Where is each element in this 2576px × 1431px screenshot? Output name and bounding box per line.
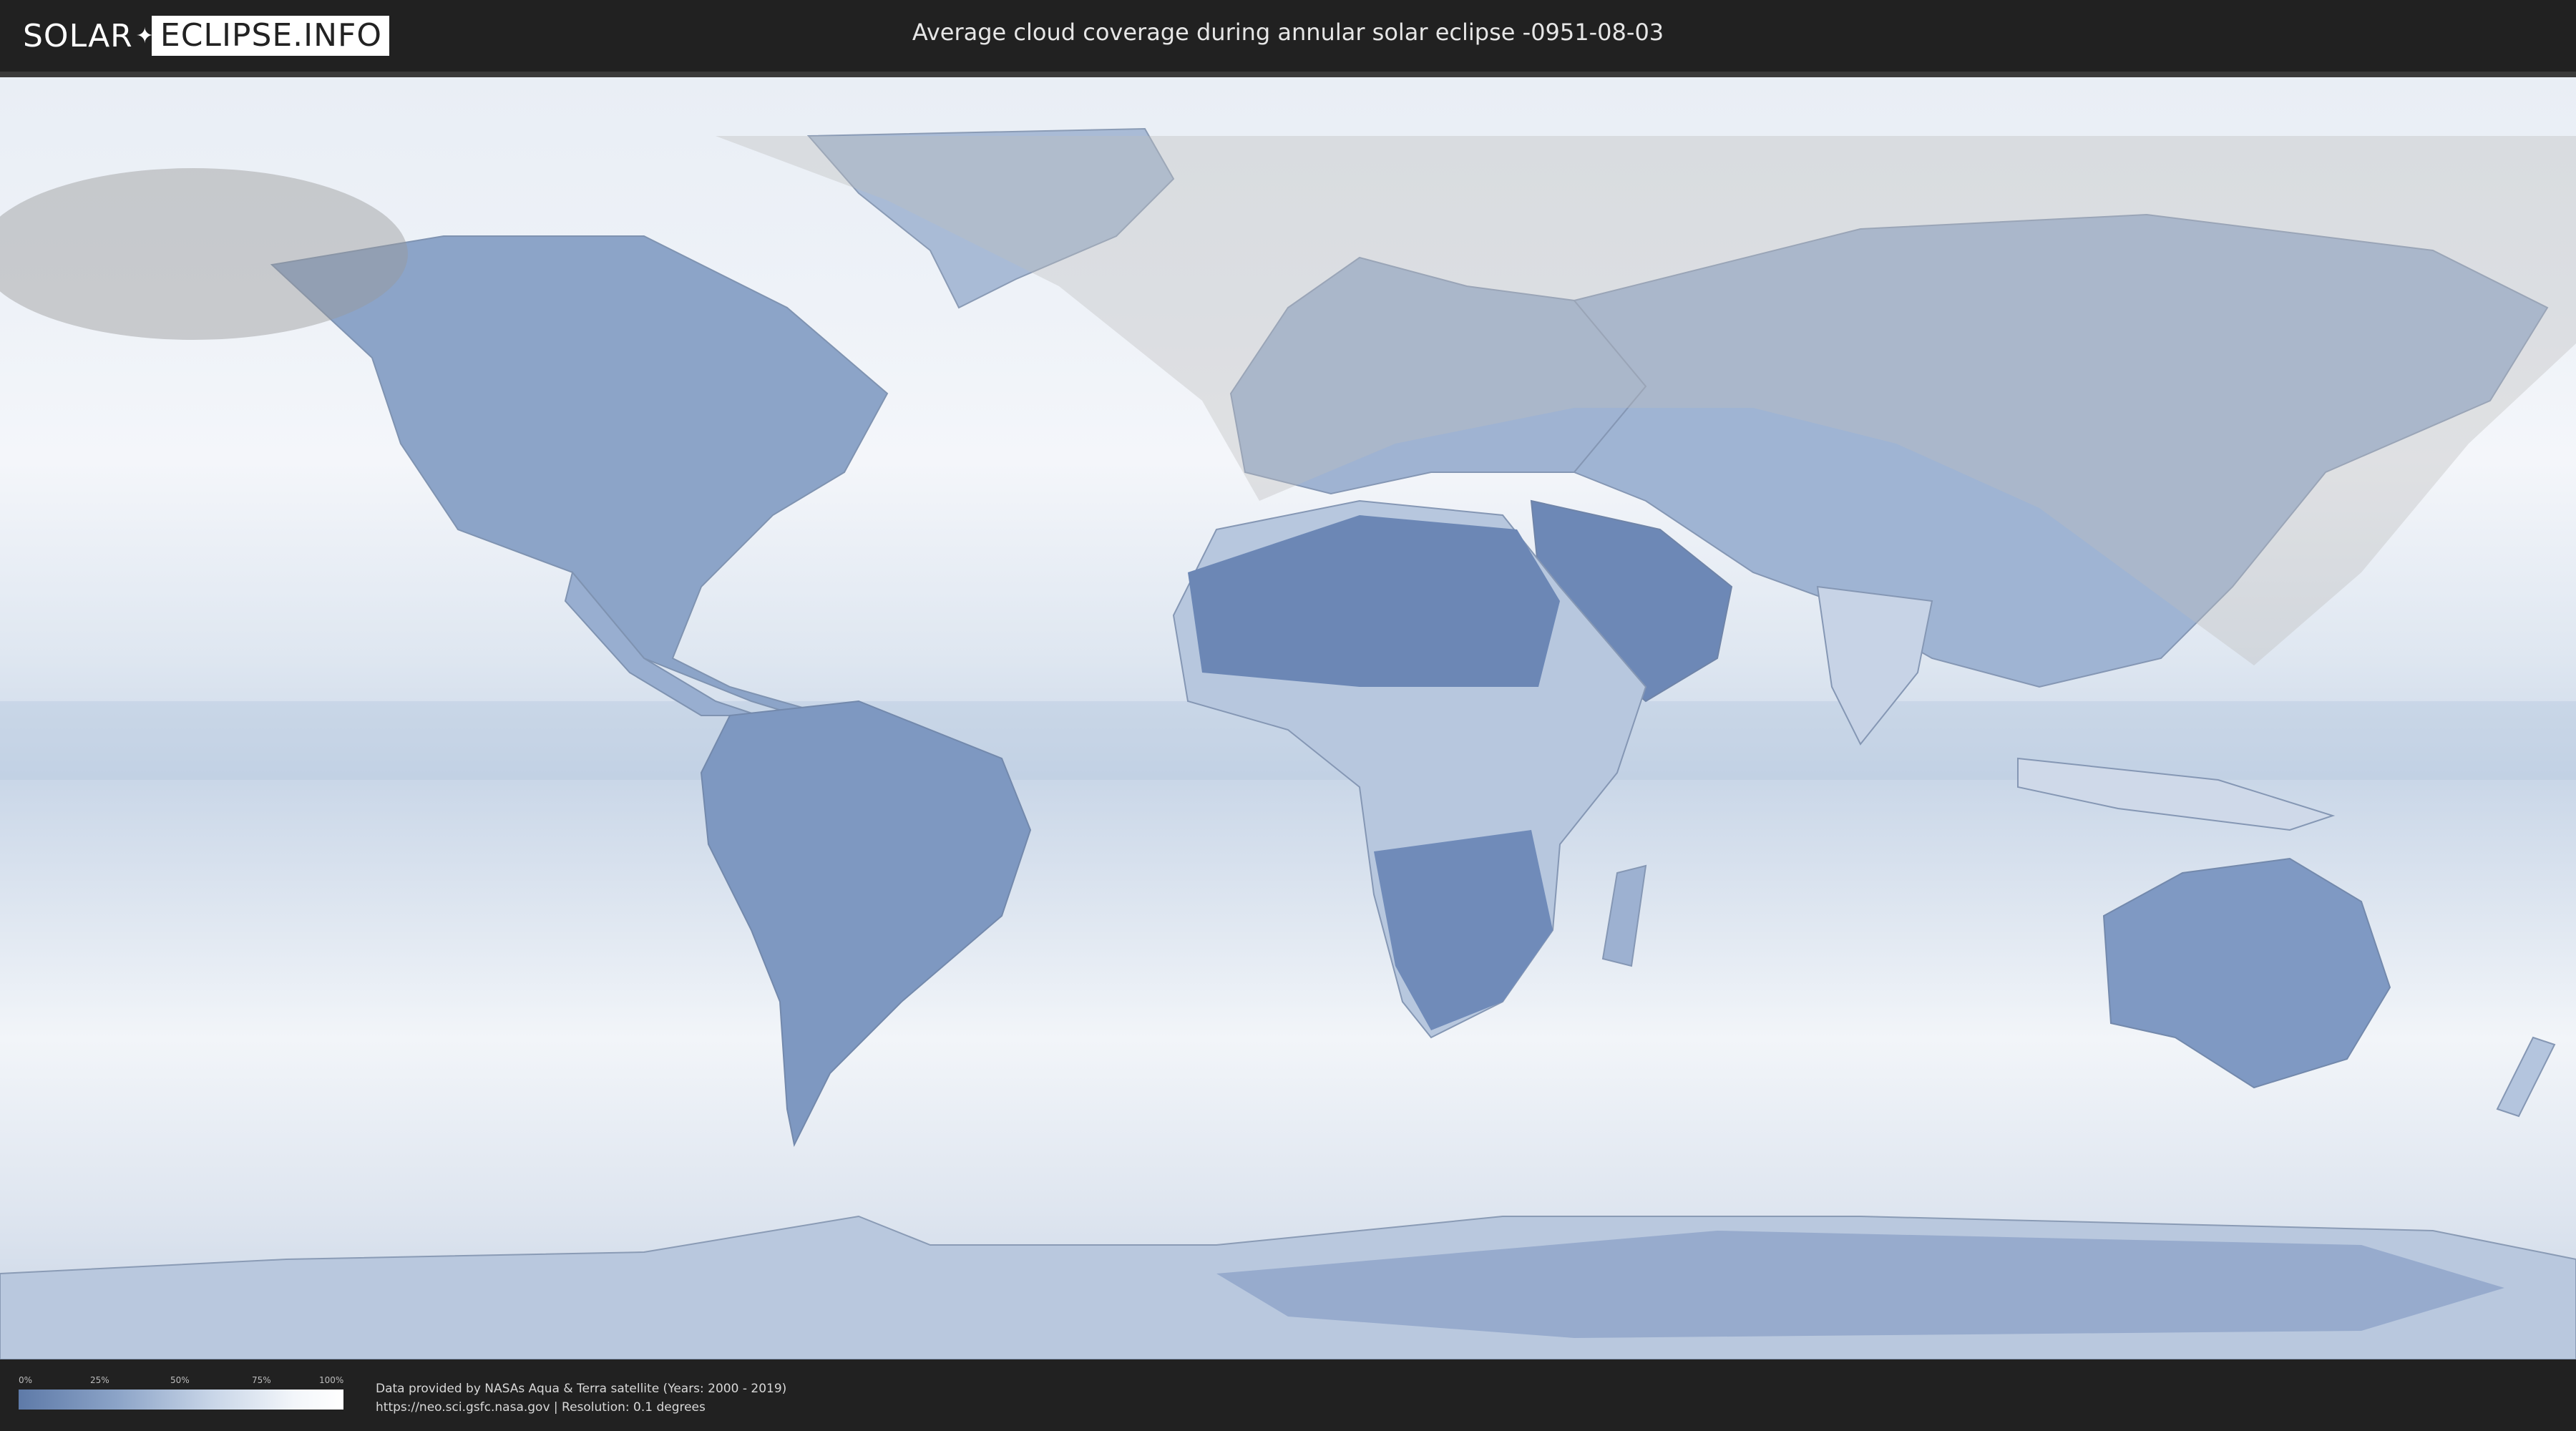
color-legend: 0% 25% 50% 75% 100% — [19, 1375, 343, 1410]
footer-bar: 0% 25% 50% 75% 100% Data provided by NAS… — [0, 1359, 2576, 1431]
legend-ticks: 0% 25% 50% 75% 100% — [19, 1375, 343, 1387]
legend-tick: 25% — [90, 1375, 109, 1385]
data-credits: Data provided by NASAs Aqua & Terra sate… — [376, 1379, 786, 1417]
credits-line-source: Data provided by NASAs Aqua & Terra sate… — [376, 1382, 787, 1396]
cloud-coverage-map — [0, 72, 2576, 1359]
map-top-edge — [0, 72, 2576, 77]
credits-line-url[interactable]: https://neo.sci.gsfc.nasa.gov | Resoluti… — [376, 1398, 786, 1417]
page-title: Average cloud coverage during annular so… — [912, 19, 1664, 46]
legend-tick: 100% — [319, 1375, 344, 1385]
map-canvas — [0, 72, 2576, 1359]
legend-gradient-bar — [19, 1390, 343, 1410]
header-bar: SOLAR ✦ ECLIPSE.INFO Average cloud cover… — [0, 0, 2576, 72]
legend-tick: 75% — [252, 1375, 271, 1385]
legend-tick: 0% — [19, 1375, 33, 1385]
legend-tick: 50% — [170, 1375, 190, 1385]
